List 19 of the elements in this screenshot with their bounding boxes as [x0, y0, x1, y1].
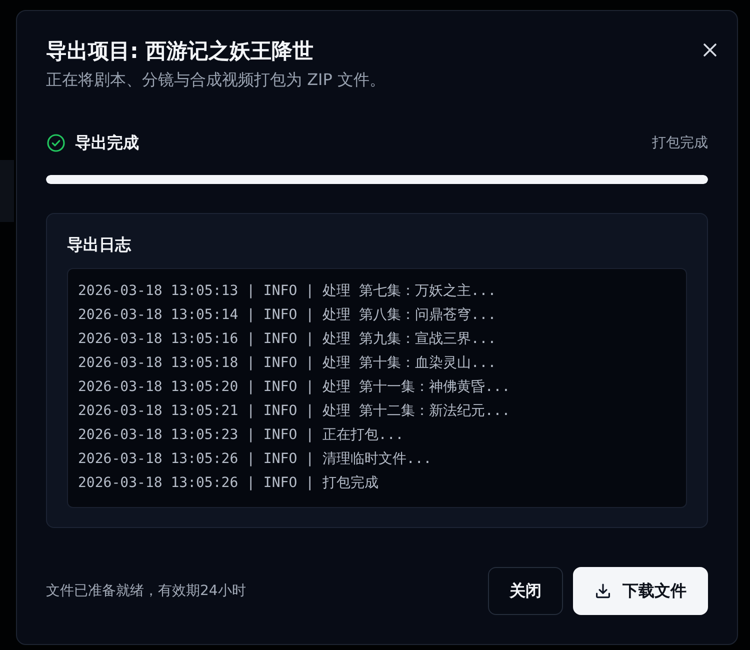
footer-note: 文件已准备就绪，有效期24小时 — [46, 582, 246, 601]
log-line: 2026-03-18 13:05:21 | INFO | 处理 第十二集：新法纪元... — [78, 402, 512, 421]
log-line: 2026-03-18 13:05:16 | INFO | 处理 第九集：宣战三界... — [78, 330, 498, 349]
status-label: 导出完成 — [75, 132, 139, 154]
log-line: 2026-03-18 13:05:26 | INFO | 打包完成 — [78, 474, 380, 493]
log-line: 2026-03-18 13:05:13 | INFO | 处理 第七集：万妖之主... — [78, 282, 498, 301]
log-line: 2026-03-18 13:05:14 | INFO | 处理 第八集：问鼎苍穹... — [78, 306, 498, 325]
log-line: 2026-03-18 13:05:23 | INFO | 正在打包... — [78, 426, 405, 445]
close-icon — [703, 43, 717, 57]
dialog-subtitle: 正在将剧本、分镜与合成视频打包为 ZIP 文件。 — [46, 69, 386, 91]
log-line: 2026-03-18 13:05:18 | INFO | 处理 第十集：血染灵山... — [78, 354, 498, 373]
log-title: 导出日志 — [67, 234, 132, 256]
download-button[interactable]: 下载文件 — [573, 567, 708, 615]
close-dialog-button[interactable]: 关闭 — [488, 567, 563, 615]
status-detail: 打包完成 — [652, 134, 708, 153]
log-line: 2026-03-18 13:05:26 | INFO | 清理临时文件... — [78, 450, 433, 469]
log-line: 2026-03-18 13:05:20 | INFO | 处理 第十一集：神佛黄昏... — [78, 378, 512, 397]
download-icon — [594, 583, 610, 599]
dialog-title: 导出项目: 西游记之妖王降世 — [46, 38, 315, 64]
